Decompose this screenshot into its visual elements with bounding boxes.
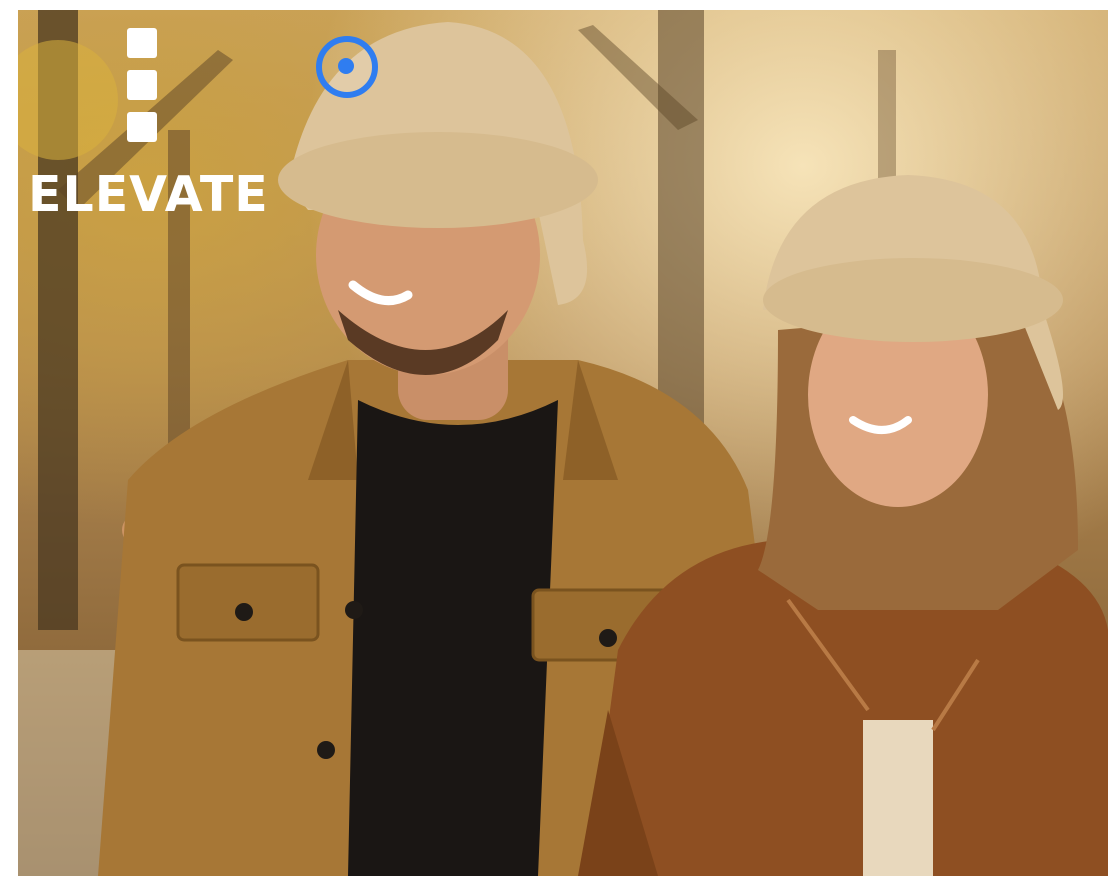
menu-button[interactable] [127,28,157,146]
cursor-dot [338,58,354,74]
hero-photo [18,10,1108,876]
brand-logo[interactable]: ELEVATE [28,170,269,219]
hero-image [18,10,1108,876]
hamburger-menu-icon [127,28,157,58]
hamburger-menu-icon-bar [127,112,157,142]
hamburger-menu-icon-bar [127,70,157,100]
target-ring-icon [316,36,378,98]
